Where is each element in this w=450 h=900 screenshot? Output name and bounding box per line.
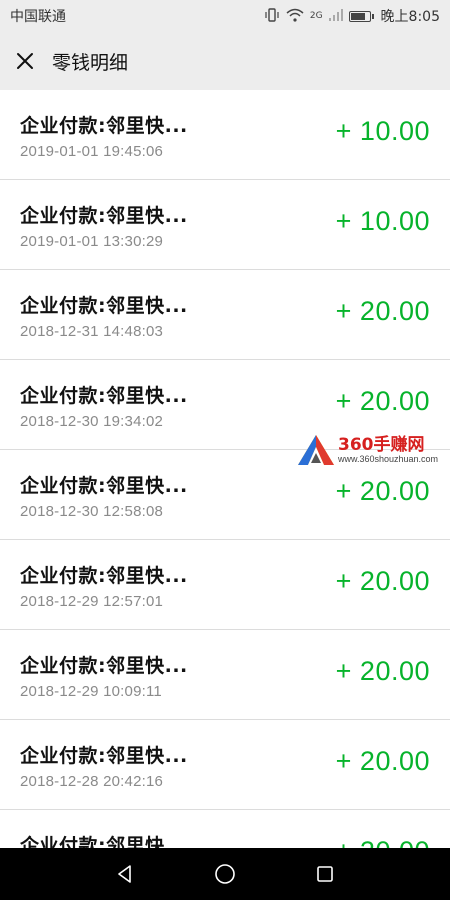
page-title: 零钱明细: [52, 51, 129, 74]
watermark-logo-icon: [298, 435, 334, 465]
close-icon: [17, 53, 33, 69]
back-button[interactable]: [105, 854, 145, 894]
transaction-title: 企业付款:邻里快...: [20, 565, 188, 587]
watermark-main: 360手赚网: [338, 434, 425, 455]
signal-icon: [328, 9, 343, 23]
transaction-amount: + 20.00: [335, 746, 430, 776]
carrier-label: 中国联通: [10, 9, 66, 25]
status-icons: 2G 晚上8:05: [264, 6, 440, 26]
system-nav-bar: [0, 848, 450, 900]
battery-icon: [348, 10, 374, 22]
watermark-sub: www.360shouzhuan.com: [338, 453, 439, 464]
transaction-time: 2018-12-28 20:42:16: [20, 773, 164, 790]
transaction-time: 2018-12-30 12:58:08: [20, 503, 164, 520]
recents-button[interactable]: [305, 854, 345, 894]
transaction-amount: + 20.00: [335, 566, 430, 596]
transaction-amount: + 20.00: [335, 296, 430, 326]
battery-level: [350, 12, 365, 20]
transaction-title: 企业付款:邻里快...: [20, 655, 188, 677]
transaction-time: 2019-01-01 19:45:06: [20, 143, 164, 160]
transaction-title: 企业付款:邻里快...: [20, 475, 188, 497]
transaction-title: 企业付款:邻里快...: [20, 385, 188, 407]
home-icon: [215, 864, 235, 884]
transaction-title: 企业付款:邻里快...: [20, 295, 188, 317]
transaction-row[interactable]: 企业付款:邻里快... 2018-12-28 20:42:16 + 20.00: [0, 720, 450, 810]
watermark-text: 360手赚网 www.360shouzhuan.com: [338, 436, 438, 465]
transaction-list[interactable]: 企业付款:邻里快... 2019-01-01 19:45:06 + 10.00 企业付…: [0, 90, 450, 848]
transaction-title: 企业付款:邻里快...: [20, 205, 188, 227]
transaction-time: 2019-01-01 13:30:29: [20, 233, 164, 250]
transaction-time: 2018-12-29 12:57:01: [20, 593, 164, 610]
transaction-title: 企业付款:邻里快...: [20, 745, 188, 767]
transaction-row[interactable]: 企业付款:邻里快... 2018-12-29 12:57:01 + 20.00: [0, 540, 450, 630]
transaction-row[interactable]: 企业付款:邻里快... 2018-12-29 10:09:11 + 20.00: [0, 630, 450, 720]
transaction-amount: + 10.00: [335, 206, 430, 236]
transaction-title: 企业付款:邻里快...: [20, 115, 188, 137]
wifi-icon: [286, 8, 304, 24]
vibrate-icon: [264, 8, 280, 24]
transaction-title: 企业付款:邻里快...: [20, 835, 188, 848]
transaction-amount: + 10.00: [335, 116, 430, 146]
status-bar: 中国联通 2G 晚上8:05: [0, 0, 450, 32]
transaction-amount: + 20.00: [335, 656, 430, 686]
close-button[interactable]: [0, 32, 50, 90]
transaction-amount: + 20.00: [335, 476, 430, 506]
recents-icon: [317, 866, 333, 882]
transaction-row[interactable]: 企业付款:邻里快... + 20.00: [0, 810, 450, 848]
transaction-time: 2018-12-31 14:48:03: [20, 323, 164, 340]
transaction-row[interactable]: 企业付款:邻里快... 2018-12-31 14:48:03 + 20.00: [0, 270, 450, 360]
watermark: 360手赚网 www.360shouzhuan.com: [296, 432, 446, 468]
transaction-amount: + 20.00: [336, 836, 430, 848]
transaction-row[interactable]: 企业付款:邻里快... 2019-01-01 13:30:29 + 10.00: [0, 180, 450, 270]
home-button[interactable]: [205, 854, 245, 894]
transaction-time: 2018-12-29 10:09:11: [20, 683, 162, 700]
clock-label: 晚上8:05: [380, 9, 440, 25]
transaction-time: 2018-12-30 19:34:02: [20, 413, 164, 430]
app-header: 零钱明细: [0, 32, 450, 90]
transaction-row[interactable]: 企业付款:邻里快... 2019-01-01 19:45:06 + 10.00: [0, 90, 450, 180]
back-icon: [118, 865, 131, 883]
network-type-label: 2G: [309, 10, 323, 21]
transaction-amount: + 20.00: [335, 386, 430, 416]
